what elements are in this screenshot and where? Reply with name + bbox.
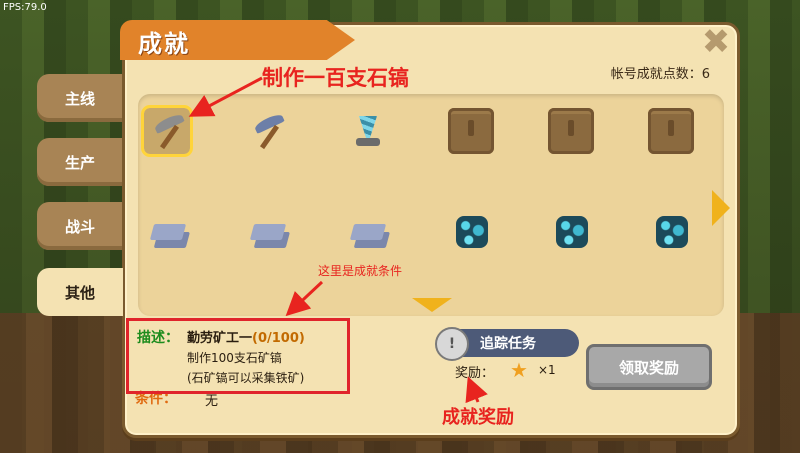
arrow-to-pickaxe xyxy=(188,76,263,117)
fps-counter: FPS:79.0 xyxy=(3,2,47,13)
annotation-condition: 这里是成就条件 xyxy=(318,264,403,278)
arrow-to-condition xyxy=(285,280,324,317)
annotation-reward: 成就奖励 xyxy=(442,407,514,428)
arrow-to-reward xyxy=(465,376,488,404)
annotation-make-pickaxe: 制作一百支石镐 xyxy=(262,66,409,90)
